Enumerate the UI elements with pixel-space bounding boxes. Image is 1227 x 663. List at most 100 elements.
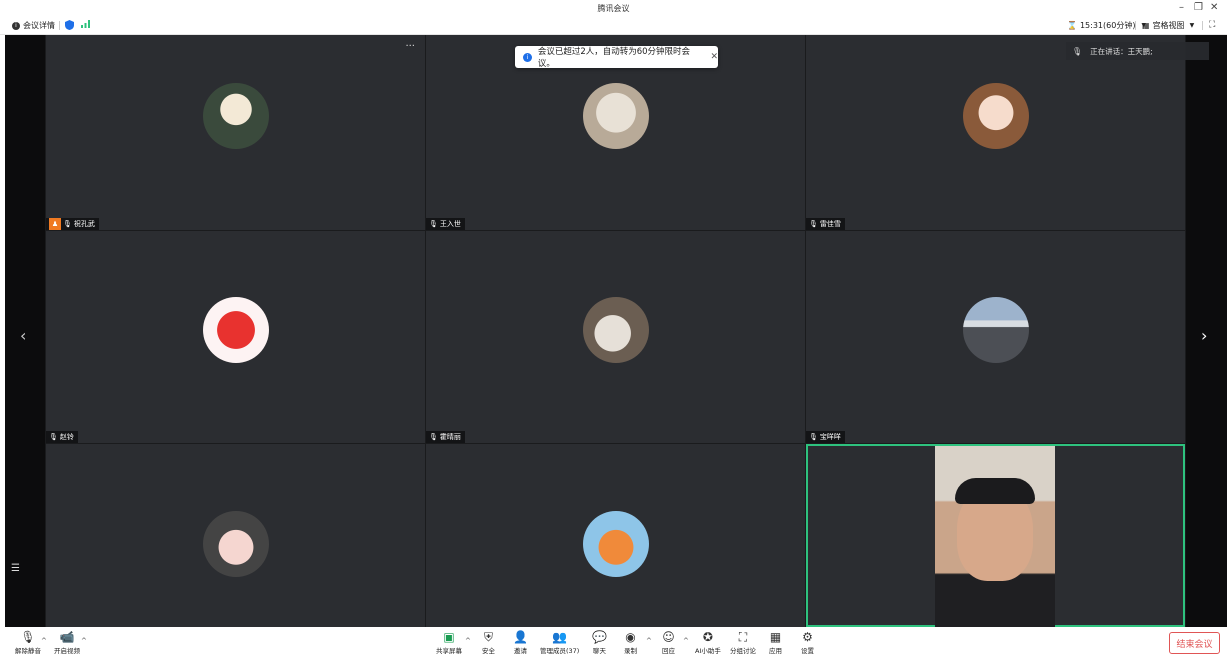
top-toolbar: i 会议详情 ⌛ 15:31(60分钟) ▼ ▦ 宫格视图 ▼ ⛶ bbox=[0, 17, 1227, 35]
fullscreen-button[interactable]: ⛶ bbox=[1209, 20, 1215, 30]
active-speaker-tile[interactable] bbox=[806, 444, 1185, 627]
participant-name: 王入世 bbox=[439, 220, 461, 228]
security-status[interactable] bbox=[65, 20, 74, 30]
hourglass-icon: ⌛ bbox=[1067, 21, 1077, 30]
participant-tile[interactable] bbox=[46, 444, 425, 627]
end-meeting-button[interactable]: 结束会议 bbox=[1169, 632, 1220, 654]
speaking-indicator: 🎙 正在讲话：王天鹏; bbox=[1066, 42, 1209, 60]
minimize-icon[interactable]: – bbox=[1179, 2, 1184, 13]
shield-icon bbox=[65, 20, 74, 30]
signal-icon bbox=[81, 20, 90, 28]
participant-name: 祝孔武 bbox=[73, 220, 95, 228]
more-icon[interactable]: ··· bbox=[405, 41, 415, 52]
meeting-info-button[interactable]: i 会议详情 bbox=[12, 20, 55, 31]
apps-icon: ▦ bbox=[769, 630, 782, 644]
ai-label: AI小助手 bbox=[695, 647, 721, 655]
video-label: 开启视频 bbox=[54, 647, 80, 655]
mic-muted-icon: 🎙 bbox=[49, 433, 58, 441]
participant-tile[interactable] bbox=[426, 444, 805, 627]
prev-page-icon[interactable]: ‹ bbox=[20, 326, 26, 345]
record-icon: ◉ bbox=[625, 630, 636, 644]
avatar bbox=[583, 511, 649, 577]
participant-grid: ··· ♟ 🎙 祝孔武 🎙 王入世 🎙 雷佳雪 🎙 赵铃 🎙 霍晴丽 🎙 宝咩咩 bbox=[46, 35, 1185, 627]
participant-tile[interactable]: 🎙 宝咩咩 bbox=[806, 231, 1185, 443]
info-icon: i bbox=[523, 52, 532, 62]
grid-icon: ▦ bbox=[1142, 21, 1150, 30]
name-tag: 🎙 王入世 bbox=[426, 218, 465, 230]
participant-tile[interactable]: 🎙 雷佳雪 bbox=[806, 35, 1185, 230]
shield-icon: ⛨ bbox=[483, 630, 493, 644]
camera-video bbox=[935, 446, 1055, 627]
restore-icon[interactable]: ❐ bbox=[1194, 2, 1203, 13]
avatar bbox=[203, 511, 269, 577]
notice-toast: i 会议已超过2人，自动转为60分钟限时会议。 ✕ bbox=[515, 46, 718, 69]
share-screen-button[interactable]: ▣ 共享屏幕 bbox=[436, 629, 462, 655]
close-icon[interactable]: ✕ bbox=[710, 52, 718, 62]
mic-muted-icon: 🎙 bbox=[809, 220, 818, 228]
name-tag: 🎙 雷佳雪 bbox=[806, 218, 845, 230]
bottom-toolbar: 🎙 解除静音 ^ 📹 开启视频 ^ ▣ 共享屏幕 ^ ⛨ 安全 👤 邀请 👥 管… bbox=[0, 627, 1227, 663]
record-button[interactable]: ◉ 录制 bbox=[624, 629, 637, 655]
settings-label: 设置 bbox=[801, 647, 814, 655]
chevron-up-icon[interactable]: ^ bbox=[465, 637, 471, 645]
record-label: 录制 bbox=[624, 647, 637, 655]
divider bbox=[1202, 21, 1203, 30]
fullscreen-icon: ⛶ bbox=[1209, 20, 1216, 30]
mic-muted-icon: 🎙 bbox=[63, 220, 72, 228]
share-label: 共享屏幕 bbox=[436, 647, 462, 655]
chat-label: 聊天 bbox=[592, 647, 606, 655]
chat-button[interactable]: 💬 聊天 bbox=[592, 629, 607, 655]
avatar bbox=[583, 297, 649, 363]
meeting-window: 腾讯会议 – ❐ ✕ i 会议详情 ⌛ 15:31(60分钟) ▼ ▦ 宫格视图… bbox=[0, 0, 1227, 663]
signal-strength[interactable] bbox=[81, 20, 90, 28]
breakout-label: 分组讨论 bbox=[730, 647, 756, 655]
invite-button[interactable]: 👤 邀请 bbox=[513, 629, 528, 655]
manage-members-button[interactable]: 👥 管理成员(37) bbox=[540, 629, 579, 655]
name-tag: 🎙 赵铃 bbox=[46, 431, 78, 443]
time-label: 15:31(60分钟) bbox=[1079, 21, 1136, 30]
reaction-button[interactable]: ☺ 回应 bbox=[662, 629, 675, 655]
chat-icon: 💬 bbox=[592, 630, 607, 644]
members-label: 管理成员(37) bbox=[540, 647, 580, 655]
close-icon[interactable]: ✕ bbox=[1210, 2, 1218, 13]
participant-name: 雷佳雪 bbox=[819, 220, 841, 228]
settings-button[interactable]: ⚙ 设置 bbox=[801, 629, 814, 655]
meeting-info-label: 会议详情 bbox=[23, 21, 55, 30]
participant-tile[interactable]: ··· ♟ 🎙 祝孔武 bbox=[46, 35, 425, 230]
avatar bbox=[203, 83, 269, 149]
chevron-up-icon[interactable]: ^ bbox=[81, 637, 87, 645]
emoji-icon: ☺ bbox=[662, 630, 675, 644]
toast-message: 会议已超过2人，自动转为60分钟限时会议。 bbox=[537, 47, 691, 69]
security-label: 安全 bbox=[482, 647, 495, 655]
avatar bbox=[963, 297, 1029, 363]
video-button[interactable]: 📹 开启视频 bbox=[54, 629, 80, 655]
participant-tile[interactable]: 🎙 赵铃 bbox=[46, 231, 425, 443]
apps-button[interactable]: ▦ 应用 bbox=[769, 629, 782, 655]
breakout-button[interactable]: ⛶ 分组讨论 bbox=[730, 629, 756, 655]
reaction-label: 回应 bbox=[662, 647, 675, 655]
name-tag: 🎙 宝咩咩 bbox=[806, 431, 845, 443]
chevron-up-icon[interactable]: ^ bbox=[646, 637, 652, 645]
name-tag: ♟ 🎙 祝孔武 bbox=[46, 218, 99, 230]
view-label: 宫格视图 bbox=[1152, 21, 1185, 30]
camera-off-icon: 📹 bbox=[59, 630, 75, 644]
gear-icon: ⚙ bbox=[802, 630, 813, 644]
speaking-label: 正在讲话：王天鹏; bbox=[1090, 46, 1153, 56]
list-icon[interactable]: ☰ bbox=[11, 563, 20, 574]
security-button[interactable]: ⛨ 安全 bbox=[482, 629, 495, 655]
window-title: 腾讯会议 bbox=[597, 4, 630, 13]
chevron-up-icon[interactable]: ^ bbox=[683, 637, 689, 645]
chevron-up-icon[interactable]: ^ bbox=[41, 637, 47, 645]
view-switch[interactable]: ▦ 宫格视图 ▼ bbox=[1142, 20, 1194, 31]
ai-assistant-button[interactable]: ✪ AI小助手 bbox=[695, 629, 721, 655]
mic-muted-icon: 🎙 bbox=[429, 433, 438, 441]
apps-label: 应用 bbox=[769, 647, 782, 655]
divider bbox=[1135, 21, 1136, 30]
speaker-hair bbox=[955, 478, 1035, 504]
chevron-down-icon: ▼ bbox=[1189, 22, 1195, 29]
participant-tile[interactable]: 🎙 霍晴丽 bbox=[426, 231, 805, 443]
unmute-button[interactable]: 🎙 解除静音 bbox=[15, 629, 41, 655]
next-page-icon[interactable]: › bbox=[1201, 326, 1207, 345]
participant-name: 赵铃 bbox=[59, 433, 74, 441]
mic-muted-icon: 🎙 bbox=[809, 433, 818, 441]
